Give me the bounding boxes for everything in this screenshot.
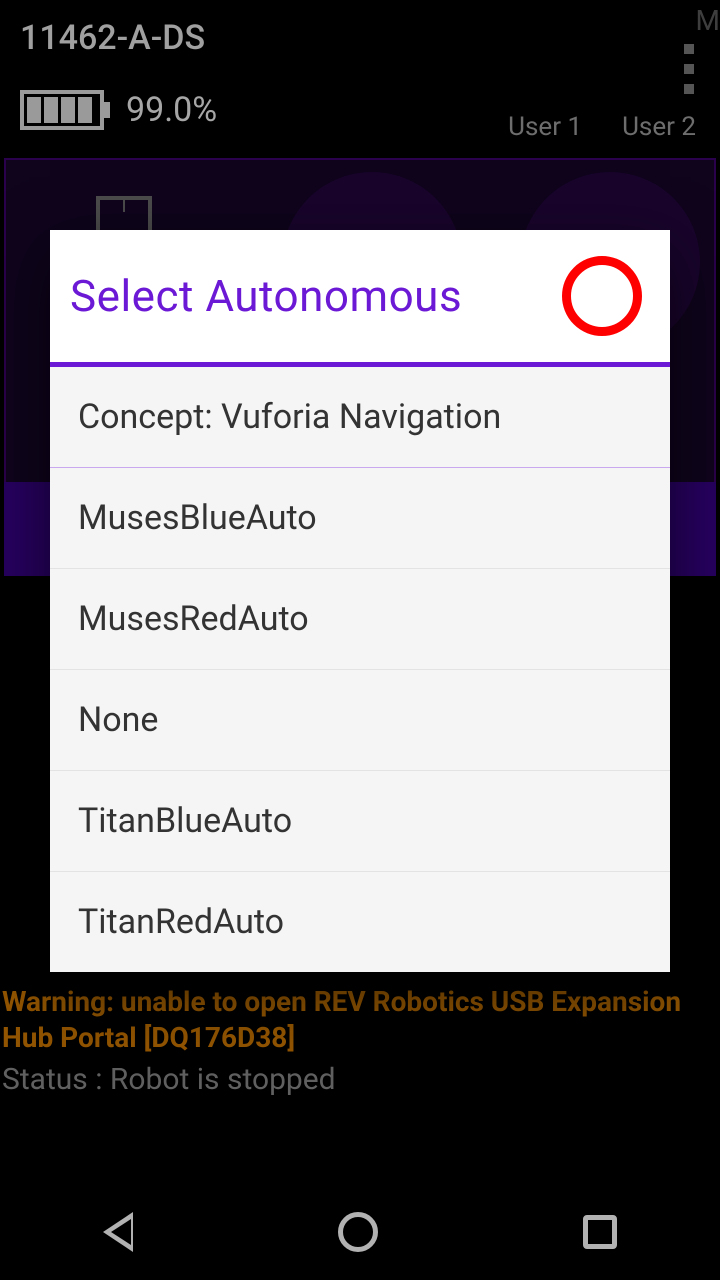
opmode-item[interactable]: MusesBlueAuto bbox=[50, 468, 670, 569]
opmode-item[interactable]: MusesRedAuto bbox=[50, 569, 670, 670]
select-autonomous-dialog: Select Autonomous Concept: Vuforia Navig… bbox=[50, 230, 670, 972]
opmode-list: Concept: Vuforia Navigation MusesBlueAut… bbox=[50, 367, 670, 972]
opmode-item[interactable]: TitanBlueAuto bbox=[50, 771, 670, 872]
opmode-item[interactable]: Concept: Vuforia Navigation bbox=[50, 367, 670, 468]
annotation-circle-icon bbox=[562, 256, 642, 336]
dialog-title: Select Autonomous bbox=[70, 270, 462, 322]
opmode-item[interactable]: TitanRedAuto bbox=[50, 872, 670, 972]
dialog-header: Select Autonomous bbox=[50, 230, 670, 367]
opmode-item[interactable]: None bbox=[50, 670, 670, 771]
